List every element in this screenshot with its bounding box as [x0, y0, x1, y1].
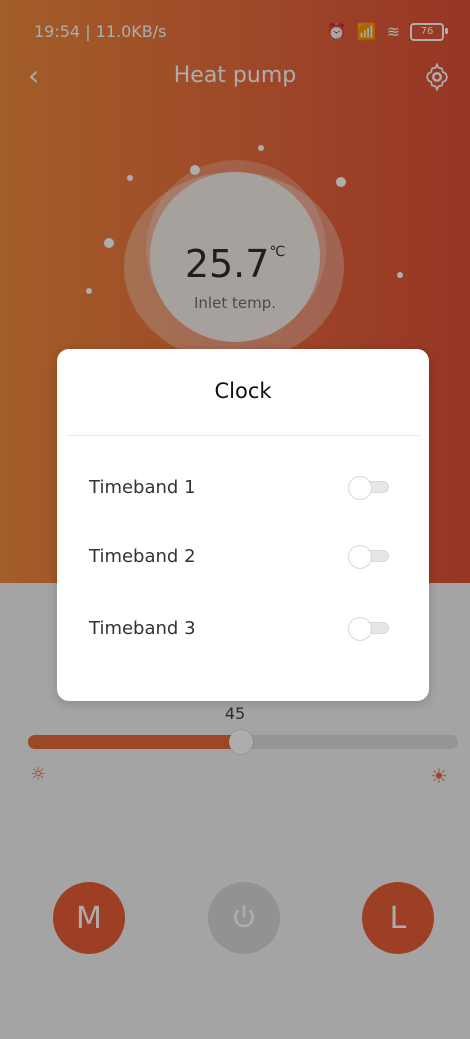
dialog-divider — [67, 435, 419, 436]
timeband-label-2: Timeband 2 — [89, 545, 196, 567]
timeband-row-2: Timeband 2 — [89, 536, 389, 576]
timeband-label-1: Timeband 1 — [89, 476, 196, 498]
timeband-toggle-2[interactable] — [349, 546, 389, 568]
toggle-thumb — [349, 546, 371, 568]
timeband-row-1: Timeband 1 — [89, 467, 389, 507]
timeband-toggle-1[interactable] — [349, 477, 389, 499]
timeband-toggle-3[interactable] — [349, 618, 389, 640]
clock-dialog: Clock Timeband 1 Timeband 2 Timeband 3 — [57, 349, 429, 701]
dialog-title: Clock — [214, 379, 272, 403]
timeband-label-3: Timeband 3 — [89, 617, 196, 639]
toggle-thumb — [349, 477, 371, 499]
toggle-thumb — [349, 618, 371, 640]
timeband-row-3: Timeband 3 — [89, 608, 389, 648]
